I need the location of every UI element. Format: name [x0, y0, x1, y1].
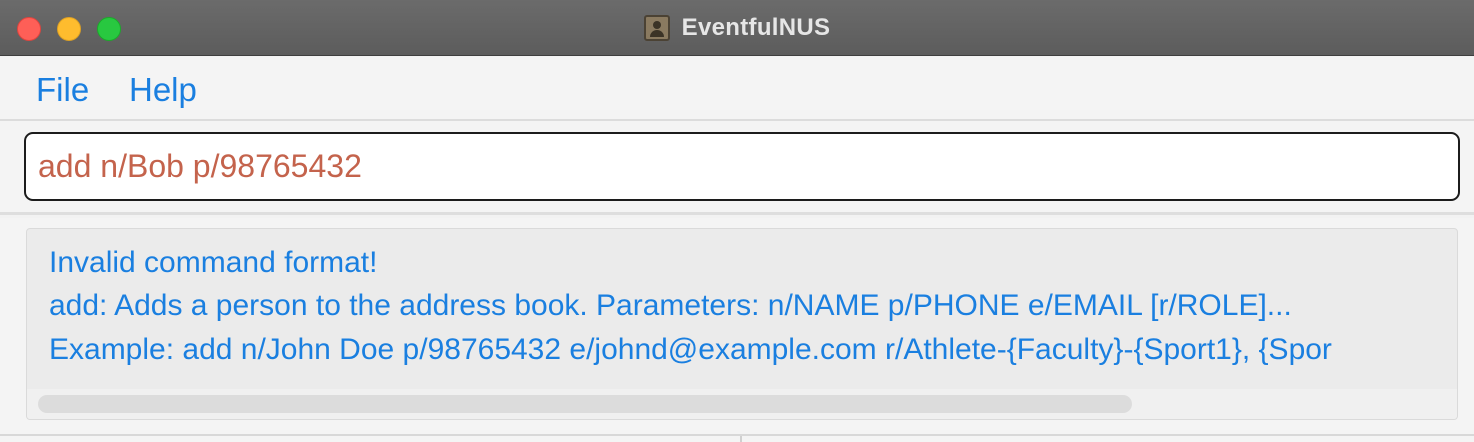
split-divider[interactable] — [740, 436, 742, 442]
command-box-panel — [0, 121, 1474, 215]
menu-bar: File Help — [0, 57, 1474, 121]
result-usage-line: add: Adds a person to the address book. … — [49, 289, 1292, 322]
app-window: EventfulNUS File Help Invalid command fo… — [0, 0, 1474, 442]
scrollbar-thumb[interactable] — [38, 395, 1132, 413]
result-display-panel: Invalid command format! add: Adds a pers… — [0, 218, 1474, 442]
horizontal-scrollbar[interactable] — [27, 389, 1457, 419]
menu-help[interactable]: Help — [129, 71, 197, 109]
result-message-line: Invalid command format! — [49, 246, 378, 279]
result-example-line: Example: add n/John Doe p/98765432 e/joh… — [49, 333, 1332, 366]
menu-file[interactable]: File — [36, 71, 89, 109]
address-book-icon — [643, 15, 670, 41]
result-display[interactable]: Invalid command format! add: Adds a pers… — [26, 228, 1458, 420]
window-title: EventfulNUS — [681, 14, 831, 41]
title-bar[interactable]: EventfulNUS — [0, 0, 1474, 56]
list-panel-split — [0, 434, 1474, 442]
command-input[interactable] — [24, 132, 1460, 201]
window-title-group: EventfulNUS — [0, 0, 1474, 56]
